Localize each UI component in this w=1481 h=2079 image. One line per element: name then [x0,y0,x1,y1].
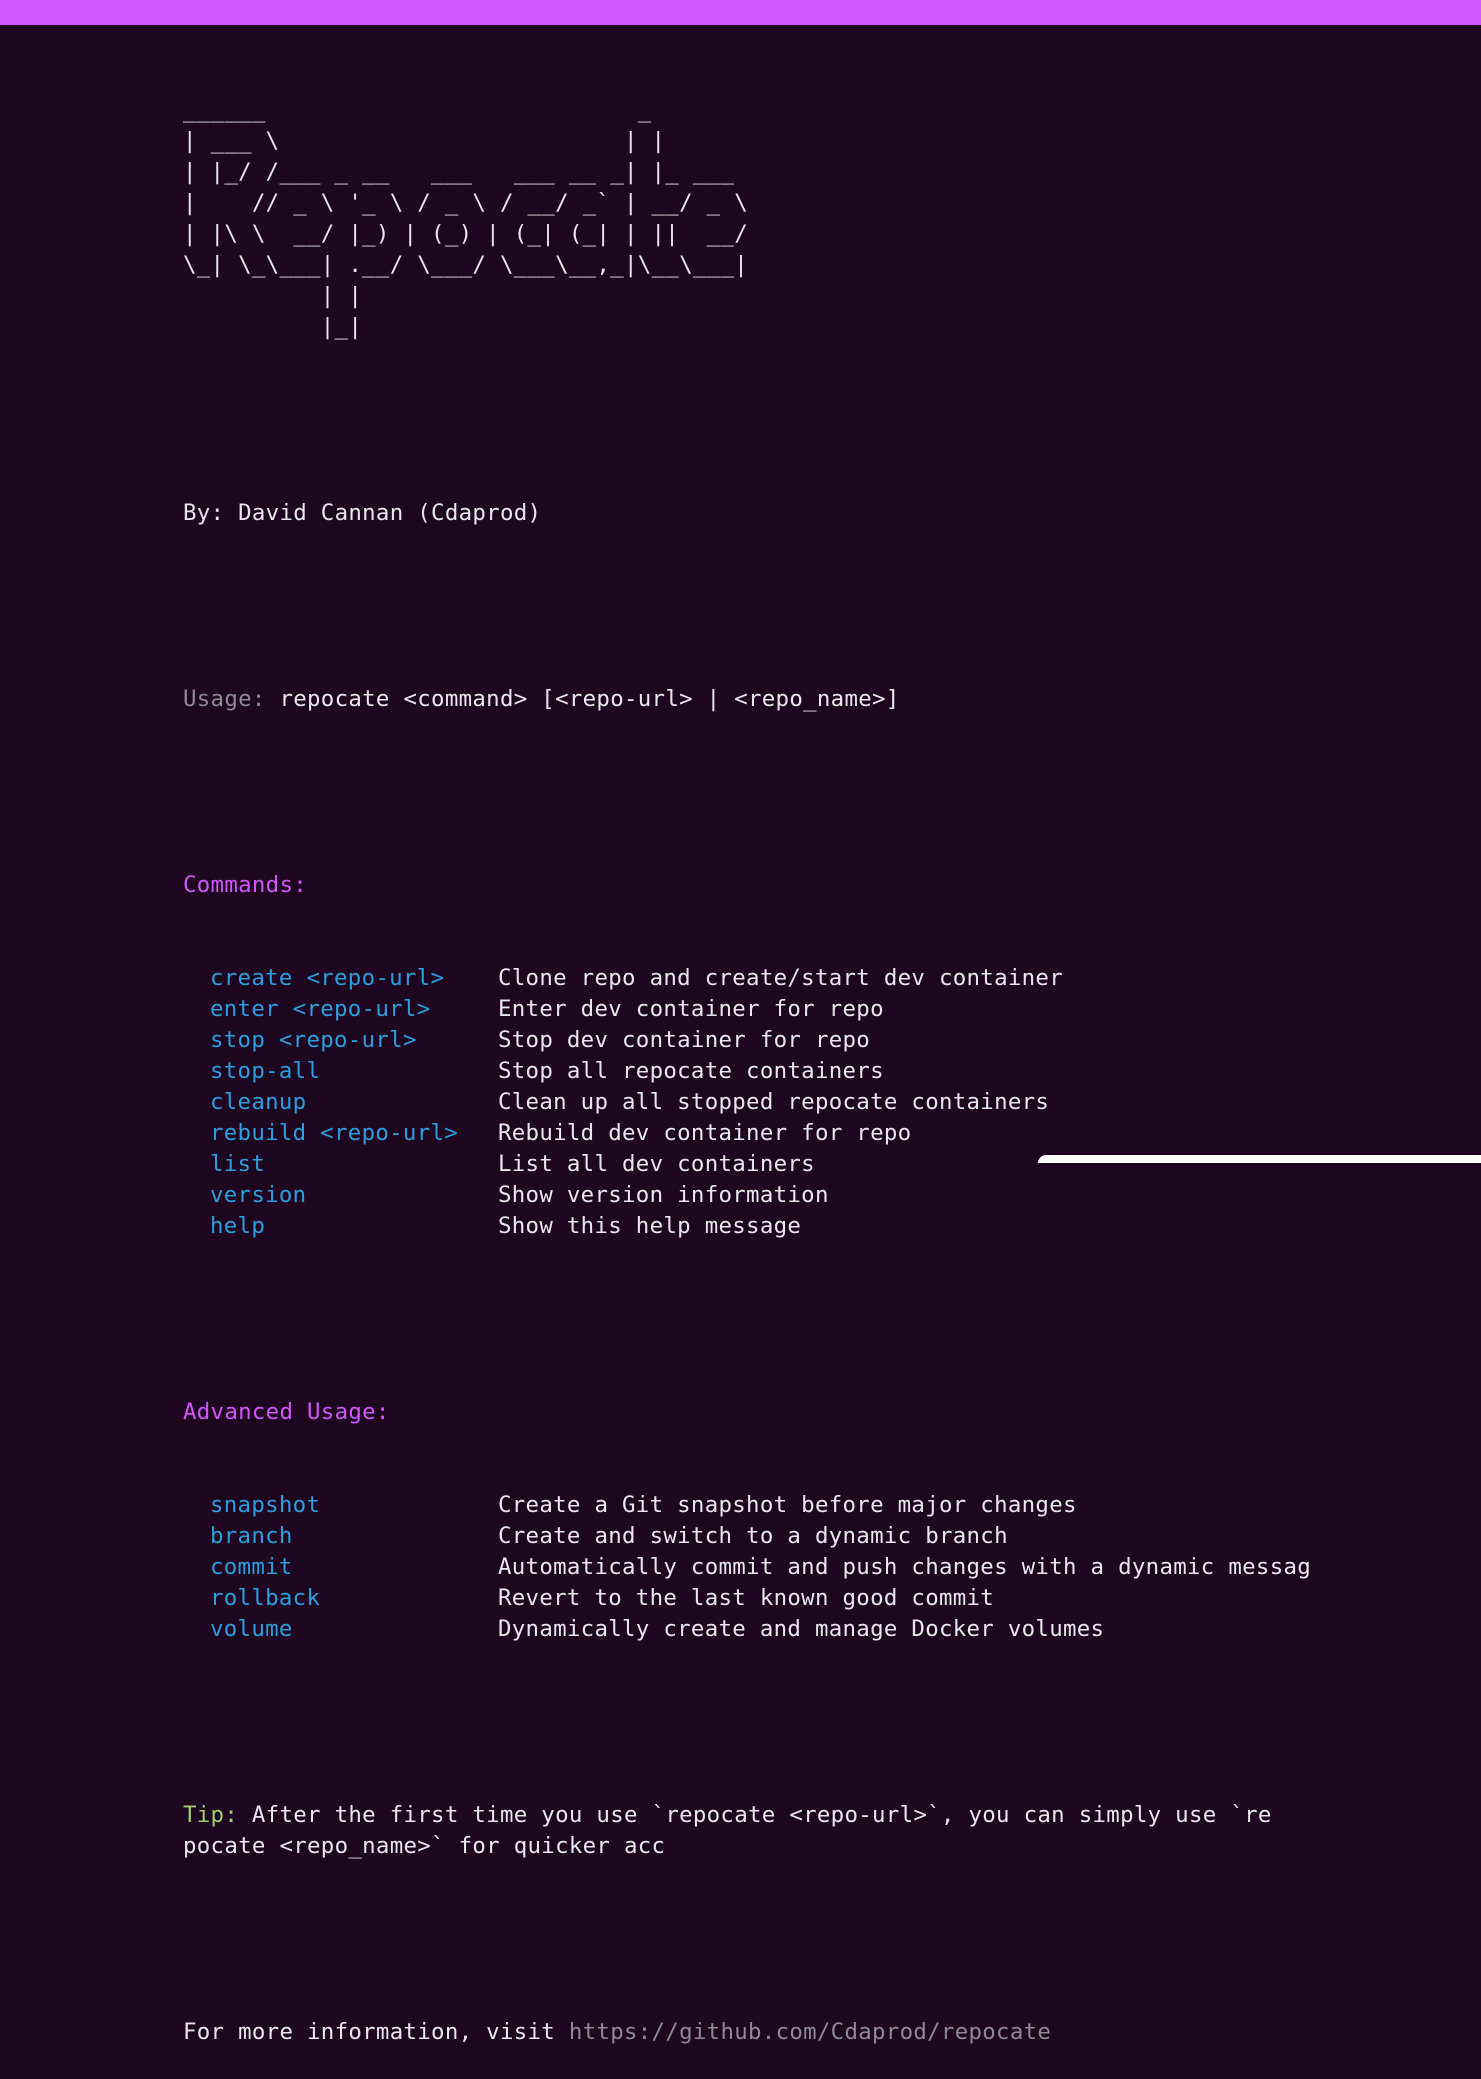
command-row: create <repo-url> Clone repo and create/s… [183,963,1293,994]
command-row: branch Create and switch to a dynamic bra… [183,1521,1293,1552]
command-description: Revert to the last known good commit [498,1585,995,1611]
command-description: List all dev containers [498,1151,815,1177]
more-info-text: For more information, visit [183,2019,569,2045]
author-line: By: David Cannan (Cdaprod) [183,500,542,526]
command-row: cleanup Clean up all stopped repocate con… [183,1087,1293,1118]
command-description: Clean up all stopped repocate containers [498,1089,1050,1115]
command-row: list List all dev containers [183,1149,1293,1180]
tip-label: Tip: [183,1802,239,1828]
command-description: Stop dev container for repo [498,1027,871,1053]
tip-text: After the first time you use `repocate <… [183,1802,1272,1859]
command-description: Create a Git snapshot before major chang… [498,1492,1077,1518]
command-name: stop-all [210,1058,321,1084]
command-name: help [210,1213,266,1239]
command-row: version Show version information [183,1180,1293,1211]
command-row: snapshot Create a Git snapshot before maj… [183,1490,1293,1521]
command-row: enter <repo-url> Enter dev container for … [183,994,1293,1025]
command-description: Create and switch to a dynamic branch [498,1523,1008,1549]
command-row: volume Dynamically create and manage Dock… [183,1614,1293,1645]
command-name: volume [210,1616,293,1642]
command-row: help Show this help message [183,1211,1293,1242]
terminal-top-bar [0,0,1481,25]
command-row: commit Automatically commit and push chan… [183,1552,1311,1583]
usage-text: repocate <command> [<repo-url> | <repo_n… [265,686,900,712]
usage-line: Usage: repocate <command> [<repo-url> | … [183,684,1293,715]
usage-label: Usage: [183,686,266,712]
command-description: Automatically commit and push changes wi… [498,1554,1312,1580]
command-row: stop-all Stop all repocate containers [183,1056,1293,1087]
command-row: rollback Revert to the last known good co… [183,1583,1293,1614]
command-description: Show this help message [498,1213,802,1239]
command-name: enter <repo-url> [210,996,431,1022]
command-description: Rebuild dev container for repo [498,1120,912,1146]
command-description: Stop all repocate containers [498,1058,884,1084]
command-name: version [210,1182,307,1208]
command-name: rollback [210,1585,321,1611]
terminal-output: ______ _ | ___ \ | | | |_/ /___ _ __ ___… [183,33,1311,2079]
advanced-usage-heading: Advanced Usage: [183,1399,390,1425]
command-description: Dynamically create and manage Docker vol… [498,1616,1105,1642]
command-name: list [210,1151,266,1177]
commands-list: create <repo-url> Clone repo and create/s… [183,963,1293,1242]
command-description: Enter dev container for repo [498,996,884,1022]
command-description: Show version information [498,1182,829,1208]
command-row: stop <repo-url> Stop dev container for re… [183,1025,1293,1056]
command-name: create <repo-url> [210,965,445,991]
command-name: rebuild <repo-url> [210,1120,459,1146]
repo-link[interactable]: https://github.com/Cdaprod/repocate [569,2019,1051,2045]
command-name: branch [210,1523,293,1549]
command-name: stop <repo-url> [210,1027,417,1053]
commands-heading: Commands: [183,872,308,898]
command-row: rebuild <repo-url> Rebuild dev container … [183,1118,1293,1149]
command-name: cleanup [210,1089,307,1115]
overlay-corner [1038,1155,1481,1163]
advanced-list: snapshot Create a Git snapshot before maj… [183,1490,1311,1645]
command-name: snapshot [210,1492,321,1518]
command-name: commit [210,1554,293,1580]
more-info-line: For more information, visit https://gith… [183,2017,1293,2048]
command-description: Clone repo and create/start dev containe… [498,965,1063,991]
tip-line: Tip: After the first time you use `repoc… [183,1800,1283,1862]
ascii-banner: ______ _ | ___ \ | | | |_/ /___ _ __ ___… [183,97,748,340]
